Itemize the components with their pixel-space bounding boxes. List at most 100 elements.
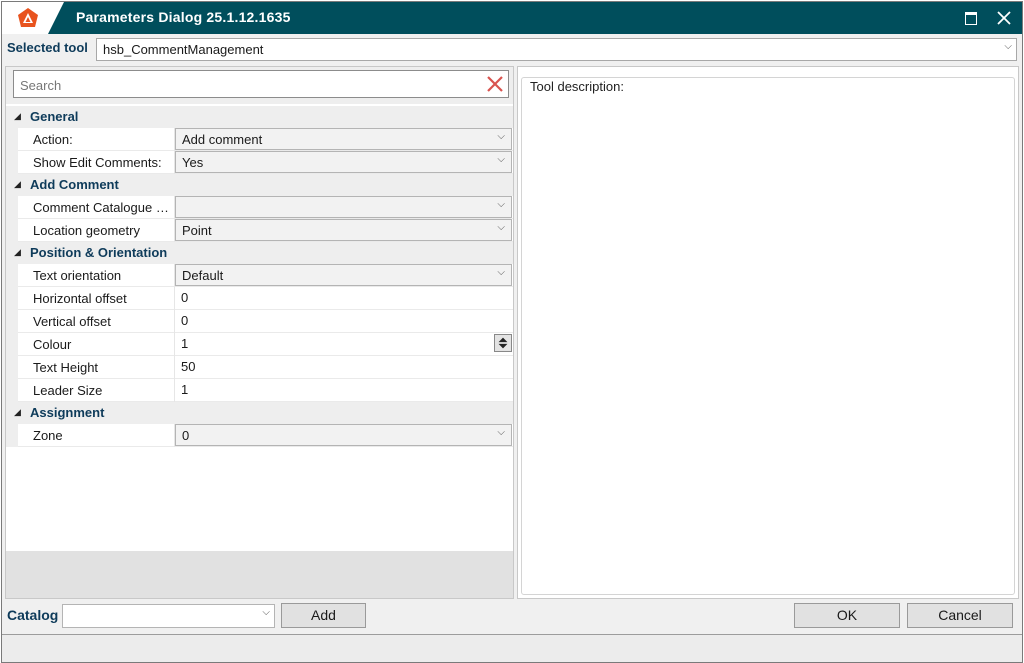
property-grid: ◢GeneralAction:Add comment⌵Show Edit Com…	[6, 67, 513, 551]
property-value-cell[interactable]: Yes ⌵	[174, 151, 514, 174]
property-row: Location geometry Point ⌵	[6, 219, 513, 242]
collapse-triangle-icon[interactable]: ◢	[14, 111, 21, 122]
property-value[interactable]: 1	[181, 336, 188, 351]
row-gutter	[6, 151, 18, 174]
close-icon	[997, 11, 1011, 25]
parameters-dialog: Parameters Dialog 25.1.12.1635 Selected …	[1, 1, 1023, 663]
property-dropdown[interactable]: Point ⌵	[175, 219, 512, 241]
chevron-down-icon: ⌵	[497, 267, 505, 278]
property-value-cell[interactable]: Point ⌵	[174, 219, 514, 242]
category-label: Assignment	[30, 405, 105, 420]
maximize-icon	[965, 11, 977, 25]
property-name: Leader Size	[33, 383, 103, 398]
property-value[interactable]: 0	[181, 313, 188, 328]
property-name: Text orientation	[33, 268, 122, 283]
row-gutter	[6, 356, 18, 379]
row-gutter	[6, 128, 18, 151]
row-gutter	[6, 196, 18, 219]
collapse-triangle-icon[interactable]: ◢	[14, 407, 21, 418]
property-row: Text orientation Default ⌵	[6, 264, 513, 287]
chevron-down-icon: ⌵	[497, 199, 505, 210]
category-label: General	[30, 109, 79, 124]
row-gutter	[6, 219, 18, 242]
row-gutter	[6, 264, 18, 287]
property-name: Zone	[33, 428, 63, 443]
category-label: Add Comment	[30, 177, 119, 192]
property-value-cell[interactable]: ⌵	[174, 196, 514, 219]
status-bar	[2, 634, 1022, 662]
catalog-combo[interactable]: ⌵	[62, 604, 275, 628]
description-panel: Tool description:	[517, 66, 1019, 599]
spinner-updown-icon[interactable]	[494, 334, 512, 352]
property-dropdown[interactable]: 0 ⌵	[175, 424, 512, 446]
property-row: Vertical offset 0	[6, 310, 513, 333]
property-name: Horizontal offset	[33, 291, 127, 306]
property-value-cell[interactable]: 50	[174, 356, 514, 379]
add-button[interactable]: Add	[281, 603, 366, 628]
row-gutter	[6, 310, 18, 333]
collapse-triangle-icon[interactable]: ◢	[14, 179, 21, 190]
close-button[interactable]	[987, 2, 1021, 34]
ok-button[interactable]: OK	[794, 603, 900, 628]
category-row[interactable]: ◢ Add Comment	[6, 174, 513, 196]
search-row	[6, 67, 513, 104]
tool-description-group: Tool description:	[521, 77, 1015, 595]
selected-tool-combo[interactable]: hsb_CommentManagement ⌵	[96, 38, 1017, 61]
row-gutter	[6, 379, 18, 402]
selected-tool-value: hsb_CommentManagement	[103, 42, 264, 57]
property-value: Point	[182, 223, 212, 238]
property-value: Yes	[182, 155, 204, 170]
category-row[interactable]: ◢ Assignment	[6, 402, 513, 424]
property-name: Comment Catalogue E...	[33, 200, 173, 215]
property-value[interactable]: 0	[181, 290, 188, 305]
chevron-down-icon: ⌵	[262, 607, 270, 618]
chevron-down-icon: ⌵	[497, 154, 505, 165]
title-bar[interactable]: Parameters Dialog 25.1.12.1635	[2, 2, 1022, 34]
tool-description-label: Tool description:	[526, 79, 628, 94]
property-value-cell[interactable]: 0	[174, 310, 514, 333]
chevron-down-icon: ⌵	[1004, 41, 1012, 52]
property-row: Action: Add comment ⌵	[6, 128, 513, 151]
clear-x-icon[interactable]	[485, 74, 505, 94]
property-value-cell[interactable]: 1	[174, 379, 514, 402]
search-input[interactable]	[18, 75, 472, 95]
property-value-cell[interactable]: Add comment ⌵	[174, 128, 514, 151]
row-gutter	[6, 287, 18, 310]
property-row: Horizontal offset 0	[6, 287, 513, 310]
property-value: Add comment	[182, 132, 263, 147]
property-value-cell[interactable]: 1	[174, 333, 514, 356]
property-dropdown[interactable]: Add comment ⌵	[175, 128, 512, 150]
selected-tool-label: Selected tool	[7, 40, 88, 55]
property-row: Text Height 50	[6, 356, 513, 379]
maximize-button[interactable]	[954, 2, 988, 34]
collapse-triangle-icon[interactable]: ◢	[14, 247, 21, 258]
property-row: Colour 1	[6, 333, 513, 356]
property-value: Default	[182, 268, 224, 283]
property-name: Show Edit Comments:	[33, 155, 162, 170]
property-value-cell[interactable]: Default ⌵	[174, 264, 514, 287]
property-value[interactable]: 50	[181, 359, 195, 374]
window-title: Parameters Dialog 25.1.12.1635	[76, 9, 291, 25]
category-label: Position & Orientation	[30, 245, 168, 260]
search-box	[13, 70, 509, 98]
property-row: Leader Size 1	[6, 379, 513, 402]
row-gutter	[6, 333, 18, 356]
category-row[interactable]: ◢ General	[6, 106, 513, 128]
property-row: Zone 0 ⌵	[6, 424, 513, 447]
chevron-down-icon: ⌵	[497, 131, 505, 142]
property-value-cell[interactable]: 0	[174, 287, 514, 310]
logo-area	[2, 2, 64, 34]
catalog-label: Catalog	[7, 607, 59, 623]
category-row[interactable]: ◢ Position & Orientation	[6, 242, 513, 264]
property-dropdown[interactable]: ⌵	[175, 196, 512, 218]
property-dropdown[interactable]: Default ⌵	[175, 264, 512, 286]
property-name: Colour	[33, 337, 72, 352]
cancel-button[interactable]: Cancel	[907, 603, 1013, 628]
property-row: Show Edit Comments: Yes ⌵	[6, 151, 513, 174]
property-dropdown[interactable]: Yes ⌵	[175, 151, 512, 173]
chevron-down-icon: ⌵	[497, 222, 505, 233]
property-grid-panel: ◢GeneralAction:Add comment⌵Show Edit Com…	[5, 66, 514, 599]
property-value[interactable]: 1	[181, 382, 188, 397]
property-table: ◢ General Action: Add comment ⌵ Show Edit Com…	[6, 106, 513, 447]
property-value-cell[interactable]: 0 ⌵	[174, 424, 514, 447]
